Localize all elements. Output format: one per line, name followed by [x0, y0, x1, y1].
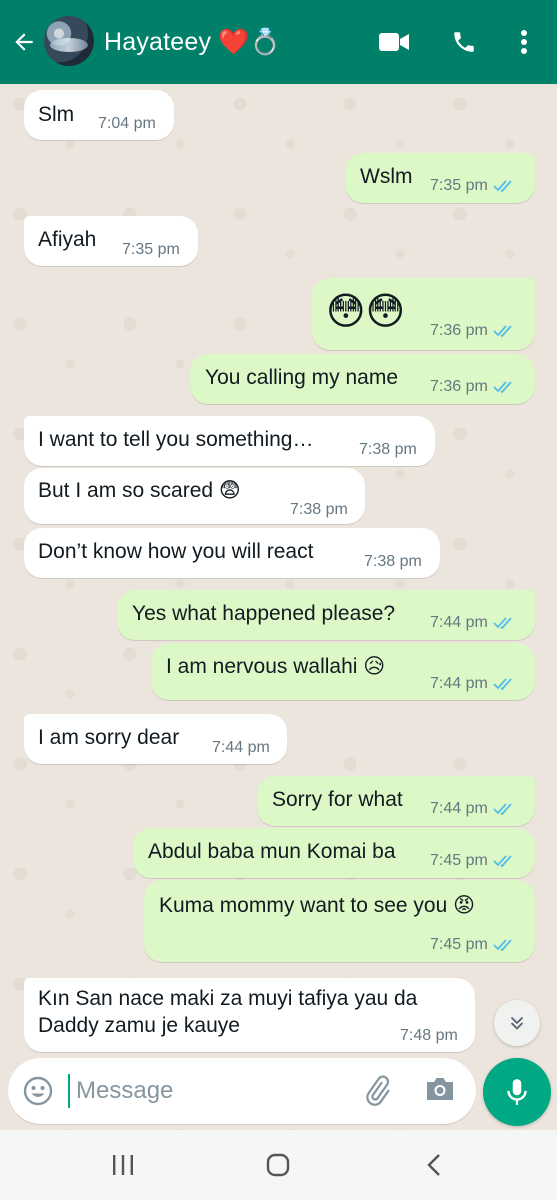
back-arrow-icon[interactable]	[8, 26, 40, 58]
attach-icon[interactable]	[360, 1074, 394, 1108]
message-time: 7:38 pm	[364, 553, 422, 570]
message-bubble[interactable]: I am nervous wallahi 😥 7:44 pm	[151, 643, 535, 700]
message-text: Yes what happened please?	[132, 602, 396, 625]
message-time: 7:36 pm	[430, 377, 515, 397]
message-bubble[interactable]: Kın San nace maki za muyi tafiya yau da …	[24, 978, 475, 1052]
message-bubble[interactable]: Abdul baba mun Komai ba 7:45 pm	[133, 828, 535, 878]
message-text: Afiyah	[38, 228, 97, 251]
read-ticks-icon	[493, 939, 512, 952]
message-bubble[interactable]: Yes what happened please? 7:44 pm	[117, 590, 535, 640]
message-bubble[interactable]: Wslm 7:35 pm	[345, 153, 535, 203]
chat-header: Hayateey ❤️💍	[0, 0, 557, 84]
message-bubble[interactable]: I am sorry dear 7:44 pm	[24, 714, 287, 764]
message-text: I am nervous wallahi 😥	[166, 655, 386, 678]
message-text: You calling my name	[205, 366, 398, 389]
message-time: 7:36 pm	[430, 321, 515, 341]
emoji-icon[interactable]	[22, 1075, 54, 1107]
message-emoji: 😳😳	[326, 291, 406, 333]
message-bubble[interactable]: You calling my name 7:36 pm	[190, 354, 535, 404]
read-ticks-icon	[493, 617, 512, 630]
message-text: Don’t know how you will react	[38, 540, 314, 563]
message-text: I am sorry dear	[38, 726, 180, 749]
double-chevron-down-icon	[510, 1016, 524, 1030]
message-composer	[8, 1058, 476, 1124]
chat-area[interactable]: Slm 7:04 pm Wslm 7:35 pm Afiyah 7:35 pm …	[0, 84, 557, 1130]
mic-icon	[507, 1079, 527, 1105]
message-text: Wslm	[360, 165, 413, 188]
message-time: 7:44 pm	[212, 739, 270, 756]
message-time: 7:44 pm	[430, 674, 515, 694]
message-input[interactable]	[68, 1074, 356, 1108]
contact-name[interactable]: Hayateey ❤️💍	[104, 26, 281, 58]
voice-call-icon[interactable]	[448, 26, 480, 58]
message-bubble[interactable]: Kuma mommy want to see you 😡 7:45 pm	[144, 880, 535, 962]
message-bubble[interactable]: Slm 7:04 pm	[24, 90, 174, 140]
message-text: But I am so scared 😨	[38, 479, 241, 502]
read-ticks-icon	[493, 855, 512, 868]
read-ticks-icon	[493, 678, 512, 691]
message-text: Slm	[38, 103, 75, 126]
whatsapp-chat-screen: Hayateey ❤️💍 Slm 7:04 pm Wslm 7:35 pm Af	[0, 0, 557, 1200]
message-text: Abdul baba mun Komai ba	[148, 840, 396, 863]
message-time: 7:38 pm	[359, 441, 417, 458]
read-ticks-icon	[493, 180, 512, 193]
camera-icon[interactable]	[424, 1075, 458, 1107]
message-time: 7:44 pm	[430, 613, 515, 633]
message-bubble[interactable]: I want to tell you something… 7:38 pm	[24, 416, 435, 466]
message-time: 7:45 pm	[430, 851, 515, 871]
message-bubble[interactable]: But I am so scared 😨 7:38 pm	[24, 468, 365, 524]
message-time: 7:35 pm	[430, 176, 515, 196]
message-time: 7:04 pm	[98, 115, 156, 132]
message-bubble[interactable]: 😳😳 7:36 pm	[312, 278, 535, 350]
message-text: I want to tell you something…	[38, 428, 314, 451]
home-icon[interactable]	[258, 1147, 298, 1183]
back-nav-icon[interactable]	[414, 1147, 454, 1183]
message-text: Sorry for what	[272, 788, 403, 811]
more-options-icon[interactable]	[508, 26, 540, 58]
message-bubble[interactable]: Sorry for what 7:44 pm	[257, 776, 535, 826]
message-bubble[interactable]: Don’t know how you will react 7:38 pm	[24, 528, 440, 578]
read-ticks-icon	[493, 381, 512, 394]
system-navigation-bar	[0, 1130, 557, 1200]
message-text-line1: Kın San nace maki za muyi tafiya yau da	[38, 987, 418, 1010]
read-ticks-icon	[493, 803, 512, 816]
recent-apps-icon[interactable]	[103, 1147, 143, 1183]
message-text-line2: Daddy zamu je kauye	[38, 1014, 240, 1037]
message-text: Kuma mommy want to see you 😡	[159, 894, 476, 917]
mic-button[interactable]	[483, 1058, 551, 1126]
message-time: 7:45 pm	[430, 935, 515, 955]
message-time: 7:35 pm	[122, 241, 180, 258]
message-time: 7:44 pm	[430, 799, 515, 819]
read-ticks-icon	[493, 325, 512, 338]
contact-avatar[interactable]	[44, 16, 94, 66]
video-call-icon[interactable]	[378, 26, 410, 58]
message-time: 7:48 pm	[400, 1027, 458, 1044]
message-bubble[interactable]: Afiyah 7:35 pm	[24, 216, 198, 266]
message-time: 7:38 pm	[290, 501, 348, 518]
scroll-to-bottom-button[interactable]	[494, 1000, 540, 1046]
